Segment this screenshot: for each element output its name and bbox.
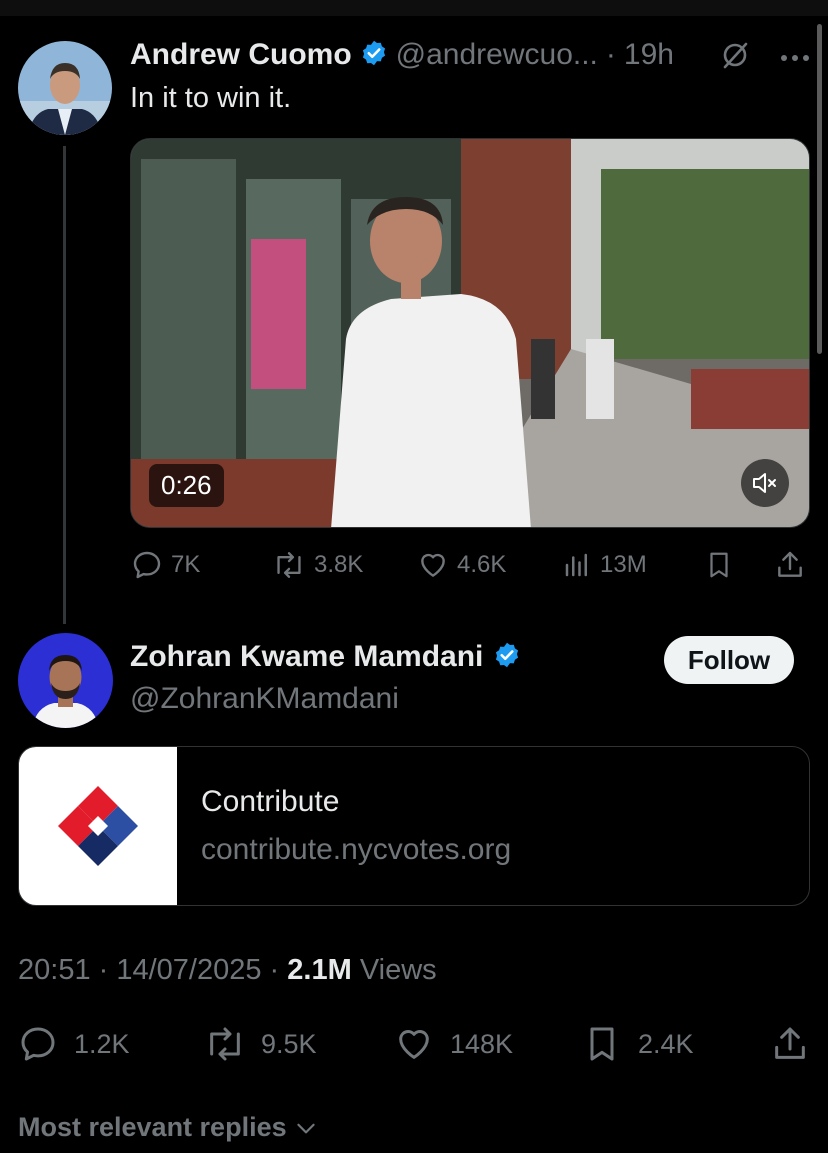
quoted-view-count: 13M — [600, 551, 647, 578]
quoted-like-button[interactable]: 4.6K — [417, 549, 506, 581]
thread-line — [63, 146, 66, 624]
reply-icon — [133, 551, 161, 579]
quoted-tweet-header: Andrew Cuomo @andrewcuo... · 19h — [130, 34, 674, 76]
quoted-author-name[interactable]: Andrew Cuomo — [130, 38, 352, 72]
quoted-repost-button[interactable]: 3.8K — [272, 549, 363, 581]
quoted-handle[interactable]: @andrewcuo... — [396, 38, 598, 72]
verified-badge-icon — [360, 39, 388, 72]
repost-count: 9.5K — [261, 1028, 317, 1059]
verified-badge-icon — [493, 641, 521, 674]
quoted-like-count: 4.6K — [457, 551, 507, 578]
share-button[interactable] — [770, 1024, 810, 1064]
video-frame-image — [131, 139, 809, 527]
tweet-meta: 20:51 · 14/07/2025 · 2.1M Views — [18, 954, 437, 987]
like-count: 148K — [450, 1028, 514, 1059]
quoted-reply-count: 7K — [171, 551, 201, 578]
more-options-icon[interactable] — [780, 49, 810, 67]
card-body: Contribute contribute.nycvotes.org — [177, 747, 511, 905]
video-duration: 0:26 — [149, 464, 224, 507]
main-author-row: Zohran Kwame Mamdani — [130, 640, 521, 674]
timestamp[interactable]: 20:51 · 14/07/2025 · — [18, 954, 279, 986]
mute-button[interactable] — [741, 459, 789, 507]
replies-sort-label: Most relevant replies — [18, 1112, 287, 1142]
quoted-tweet-text: In it to win it. — [130, 82, 292, 114]
bookmark-button[interactable]: 2.4K — [582, 1024, 694, 1064]
like-button[interactable]: 148K — [394, 1024, 513, 1064]
main-author-name[interactable]: Zohran Kwame Mamdani — [130, 640, 483, 674]
heart-icon — [399, 1030, 429, 1059]
quoted-repost-count: 3.8K — [314, 551, 364, 578]
avatar-mamdani[interactable] — [18, 633, 113, 728]
repost-icon — [277, 552, 301, 578]
card-logo — [19, 747, 177, 905]
reply-count: 1.2K — [74, 1028, 130, 1059]
quoted-tweet-controls — [720, 40, 810, 75]
bookmark-icon — [710, 552, 728, 578]
share-icon — [778, 551, 802, 577]
dot-separator: · — [605, 38, 616, 71]
heart-icon — [421, 553, 445, 577]
speaker-muted-icon — [753, 473, 776, 493]
grok-icon[interactable] — [720, 40, 750, 75]
main-handle[interactable]: @ZohranKMamdani — [130, 682, 399, 716]
quoted-share-button[interactable] — [774, 549, 806, 581]
quoted-reply-button[interactable]: 7K — [131, 549, 200, 581]
bookmark-icon — [590, 1027, 614, 1061]
scrollbar[interactable] — [817, 24, 822, 354]
analytics-icon — [565, 553, 587, 577]
views-count: 2.1M — [287, 954, 352, 986]
quoted-bookmark-button[interactable] — [704, 549, 734, 581]
card-domain: contribute.nycvotes.org — [201, 833, 512, 866]
reply-button[interactable]: 1.2K — [18, 1024, 130, 1064]
link-card[interactable]: Contribute contribute.nycvotes.org — [18, 746, 810, 906]
bookmark-count: 2.4K — [638, 1028, 694, 1059]
video-player[interactable]: 0:26 — [130, 138, 810, 528]
reply-icon — [21, 1027, 55, 1061]
repost-icon — [210, 1027, 240, 1061]
card-title: Contribute — [201, 785, 340, 818]
nyc-votes-logo-icon — [58, 786, 138, 866]
repost-button[interactable]: 9.5K — [203, 1024, 317, 1064]
quoted-time[interactable]: 19h — [624, 38, 674, 72]
chevron-down-icon — [296, 1123, 315, 1133]
follow-button[interactable]: Follow — [664, 636, 794, 684]
avatar-cuomo[interactable] — [18, 41, 112, 135]
quoted-views-button[interactable]: 13M — [562, 549, 647, 581]
status-bar — [0, 0, 828, 16]
replies-sort-dropdown[interactable]: Most relevant replies — [18, 1112, 319, 1143]
views-label: Views — [359, 954, 437, 986]
share-icon — [775, 1027, 805, 1059]
